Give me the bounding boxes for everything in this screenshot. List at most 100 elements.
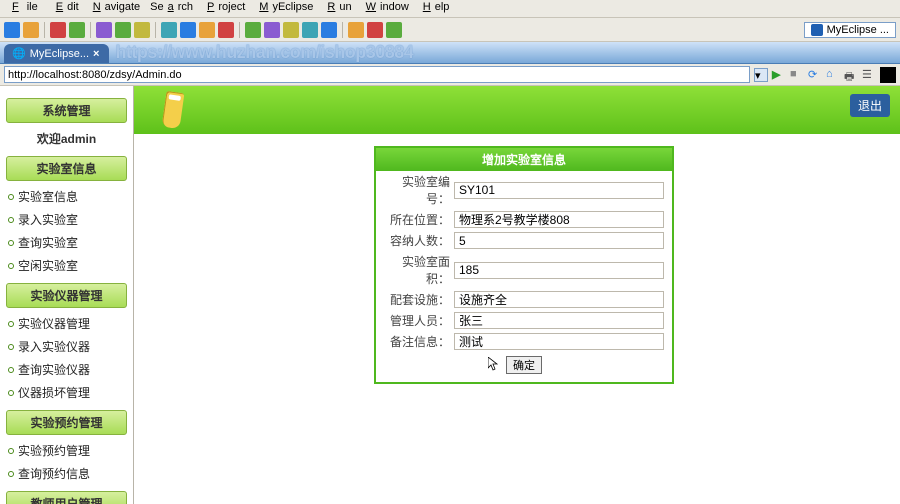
bullet-icon xyxy=(8,321,14,327)
bullet-icon xyxy=(8,344,14,350)
welcome-label: 欢迎admin xyxy=(6,127,127,150)
tool-icon[interactable] xyxy=(283,22,299,38)
menu-search[interactable]: Search xyxy=(146,1,197,16)
bullet-icon xyxy=(8,390,14,396)
tool-icon[interactable] xyxy=(302,22,318,38)
sidebar-item-label: 查询实验仪器 xyxy=(18,361,90,378)
tool-icon[interactable] xyxy=(264,22,280,38)
logout-button[interactable]: 退出 xyxy=(850,94,890,117)
tool-icon[interactable] xyxy=(367,22,383,38)
sidebar-item[interactable]: 实验室信息 xyxy=(6,185,127,208)
perspective-button[interactable]: MyEclipse ... xyxy=(804,22,896,38)
browser-tab[interactable]: 🌐 MyEclipse... × xyxy=(4,44,109,63)
home-icon[interactable]: ⌂ xyxy=(826,68,840,82)
open-type-icon[interactable] xyxy=(161,22,177,38)
debug-icon[interactable] xyxy=(96,22,112,38)
sidebar-group-header[interactable]: 教师用户管理 xyxy=(6,491,127,504)
menu-project[interactable]: Project xyxy=(199,1,249,16)
run-icon[interactable] xyxy=(115,22,131,38)
menu-run[interactable]: Run xyxy=(319,1,355,16)
sidebar-group-header[interactable]: 系统管理 xyxy=(6,98,127,123)
globe-icon: 🌐 xyxy=(12,47,26,60)
address-bar: ▾ ▶ ■ ⟳ ⌂ 🖶 ☰ xyxy=(0,64,900,86)
sidebar-group-header[interactable]: 实验室信息 xyxy=(6,156,127,181)
menu-help[interactable]: Help xyxy=(415,1,454,16)
menu-window[interactable]: Window xyxy=(358,1,413,16)
form-label: 实验室面积： xyxy=(384,253,454,287)
submit-row: 确定 xyxy=(376,352,672,382)
nav-back-icon[interactable] xyxy=(199,22,215,38)
tool-icon[interactable] xyxy=(386,22,402,38)
form-label: 容纳人数： xyxy=(384,232,454,249)
pencil-icon xyxy=(162,91,185,129)
form-row: 备注信息： xyxy=(376,331,672,352)
bullet-icon xyxy=(8,194,14,200)
menu-bar: File Edit Navigate Search Project MyEcli… xyxy=(0,0,900,18)
form-label: 实验室编号： xyxy=(384,173,454,207)
nav-sidebar: 系统管理欢迎admin实验室信息实验室信息录入实验室查询实验室空闲实验室实验仪器… xyxy=(0,86,134,504)
menu-file[interactable]: File xyxy=(4,1,46,16)
form-row: 管理人员： xyxy=(376,310,672,331)
content-frame: 系统管理欢迎admin实验室信息实验室信息录入实验室查询实验室空闲实验室实验仪器… xyxy=(0,86,900,504)
watermark: https://www.huzhan.com/ishop30884 xyxy=(109,42,413,63)
sidebar-item-label: 仪器损坏管理 xyxy=(18,384,90,401)
tool-icon[interactable] xyxy=(348,22,364,38)
menu-myeclipse[interactable]: MyEclipse xyxy=(251,1,317,16)
search-icon[interactable] xyxy=(180,22,196,38)
close-icon[interactable]: × xyxy=(93,48,99,60)
sidebar-item[interactable]: 录入实验室 xyxy=(6,208,127,231)
menu-edit[interactable]: Edit xyxy=(48,1,83,16)
form-input[interactable] xyxy=(454,262,664,279)
refresh-icon[interactable] xyxy=(69,22,85,38)
form-title: 增加实验室信息 xyxy=(376,148,672,171)
sidebar-item[interactable]: 实验仪器管理 xyxy=(6,312,127,335)
form-input[interactable] xyxy=(454,182,664,199)
sidebar-group-header[interactable]: 实验仪器管理 xyxy=(6,283,127,308)
cursor-icon xyxy=(488,357,498,371)
sidebar-item[interactable]: 录入实验仪器 xyxy=(6,335,127,358)
separator xyxy=(239,22,240,38)
form-input[interactable] xyxy=(454,312,664,329)
save-icon[interactable] xyxy=(23,22,39,38)
extern-icon[interactable] xyxy=(134,22,150,38)
sidebar-item[interactable]: 仪器损坏管理 xyxy=(6,381,127,404)
toolbar: MyEclipse ... xyxy=(0,18,900,42)
tool-icon[interactable] xyxy=(321,22,337,38)
separator xyxy=(342,22,343,38)
form-label: 所在位置： xyxy=(384,211,454,228)
sidebar-item-label: 查询实验室 xyxy=(18,234,78,251)
form-input[interactable] xyxy=(454,232,664,249)
print-icon[interactable]: 🖶 xyxy=(844,68,858,82)
new-icon[interactable] xyxy=(4,22,20,38)
form-row: 实验室编号： xyxy=(376,171,672,209)
config-icon[interactable]: ☰ xyxy=(862,68,876,82)
sidebar-item[interactable]: 实验预约管理 xyxy=(6,439,127,462)
form-input[interactable] xyxy=(454,291,664,308)
nav-fwd-icon[interactable] xyxy=(218,22,234,38)
sidebar-item-label: 录入实验仪器 xyxy=(18,338,90,355)
sidebar-item[interactable]: 查询实验仪器 xyxy=(6,358,127,381)
bullet-icon xyxy=(8,367,14,373)
sidebar-item[interactable]: 查询预约信息 xyxy=(6,462,127,485)
dropdown-icon[interactable]: ▾ xyxy=(754,68,768,82)
sidebar-group-header[interactable]: 实验预约管理 xyxy=(6,410,127,435)
submit-button[interactable]: 确定 xyxy=(506,356,542,374)
bullet-icon xyxy=(8,471,14,477)
tool-icon[interactable] xyxy=(245,22,261,38)
go-icon[interactable]: ▶ xyxy=(772,68,786,82)
sidebar-item[interactable]: 查询实验室 xyxy=(6,231,127,254)
print-icon[interactable] xyxy=(50,22,66,38)
form-input[interactable] xyxy=(454,333,664,350)
add-lab-form: 增加实验室信息 实验室编号：所在位置：容纳人数：实验室面积：配套设施：管理人员：… xyxy=(374,146,674,384)
stop-icon[interactable]: ■ xyxy=(790,68,804,82)
url-input[interactable] xyxy=(4,66,750,83)
refresh-icon[interactable]: ⟳ xyxy=(808,68,822,82)
sidebar-item[interactable]: 空闲实验室 xyxy=(6,254,127,277)
menu-navigate[interactable]: Navigate xyxy=(85,1,144,16)
throbber-icon xyxy=(880,67,896,83)
page-banner: 退出 xyxy=(134,86,900,134)
form-input[interactable] xyxy=(454,211,664,228)
sidebar-item-label: 空闲实验室 xyxy=(18,257,78,274)
form-row: 所在位置： xyxy=(376,209,672,230)
editor-tab-bar: 🌐 MyEclipse... × https://www.huzhan.com/… xyxy=(0,42,900,64)
